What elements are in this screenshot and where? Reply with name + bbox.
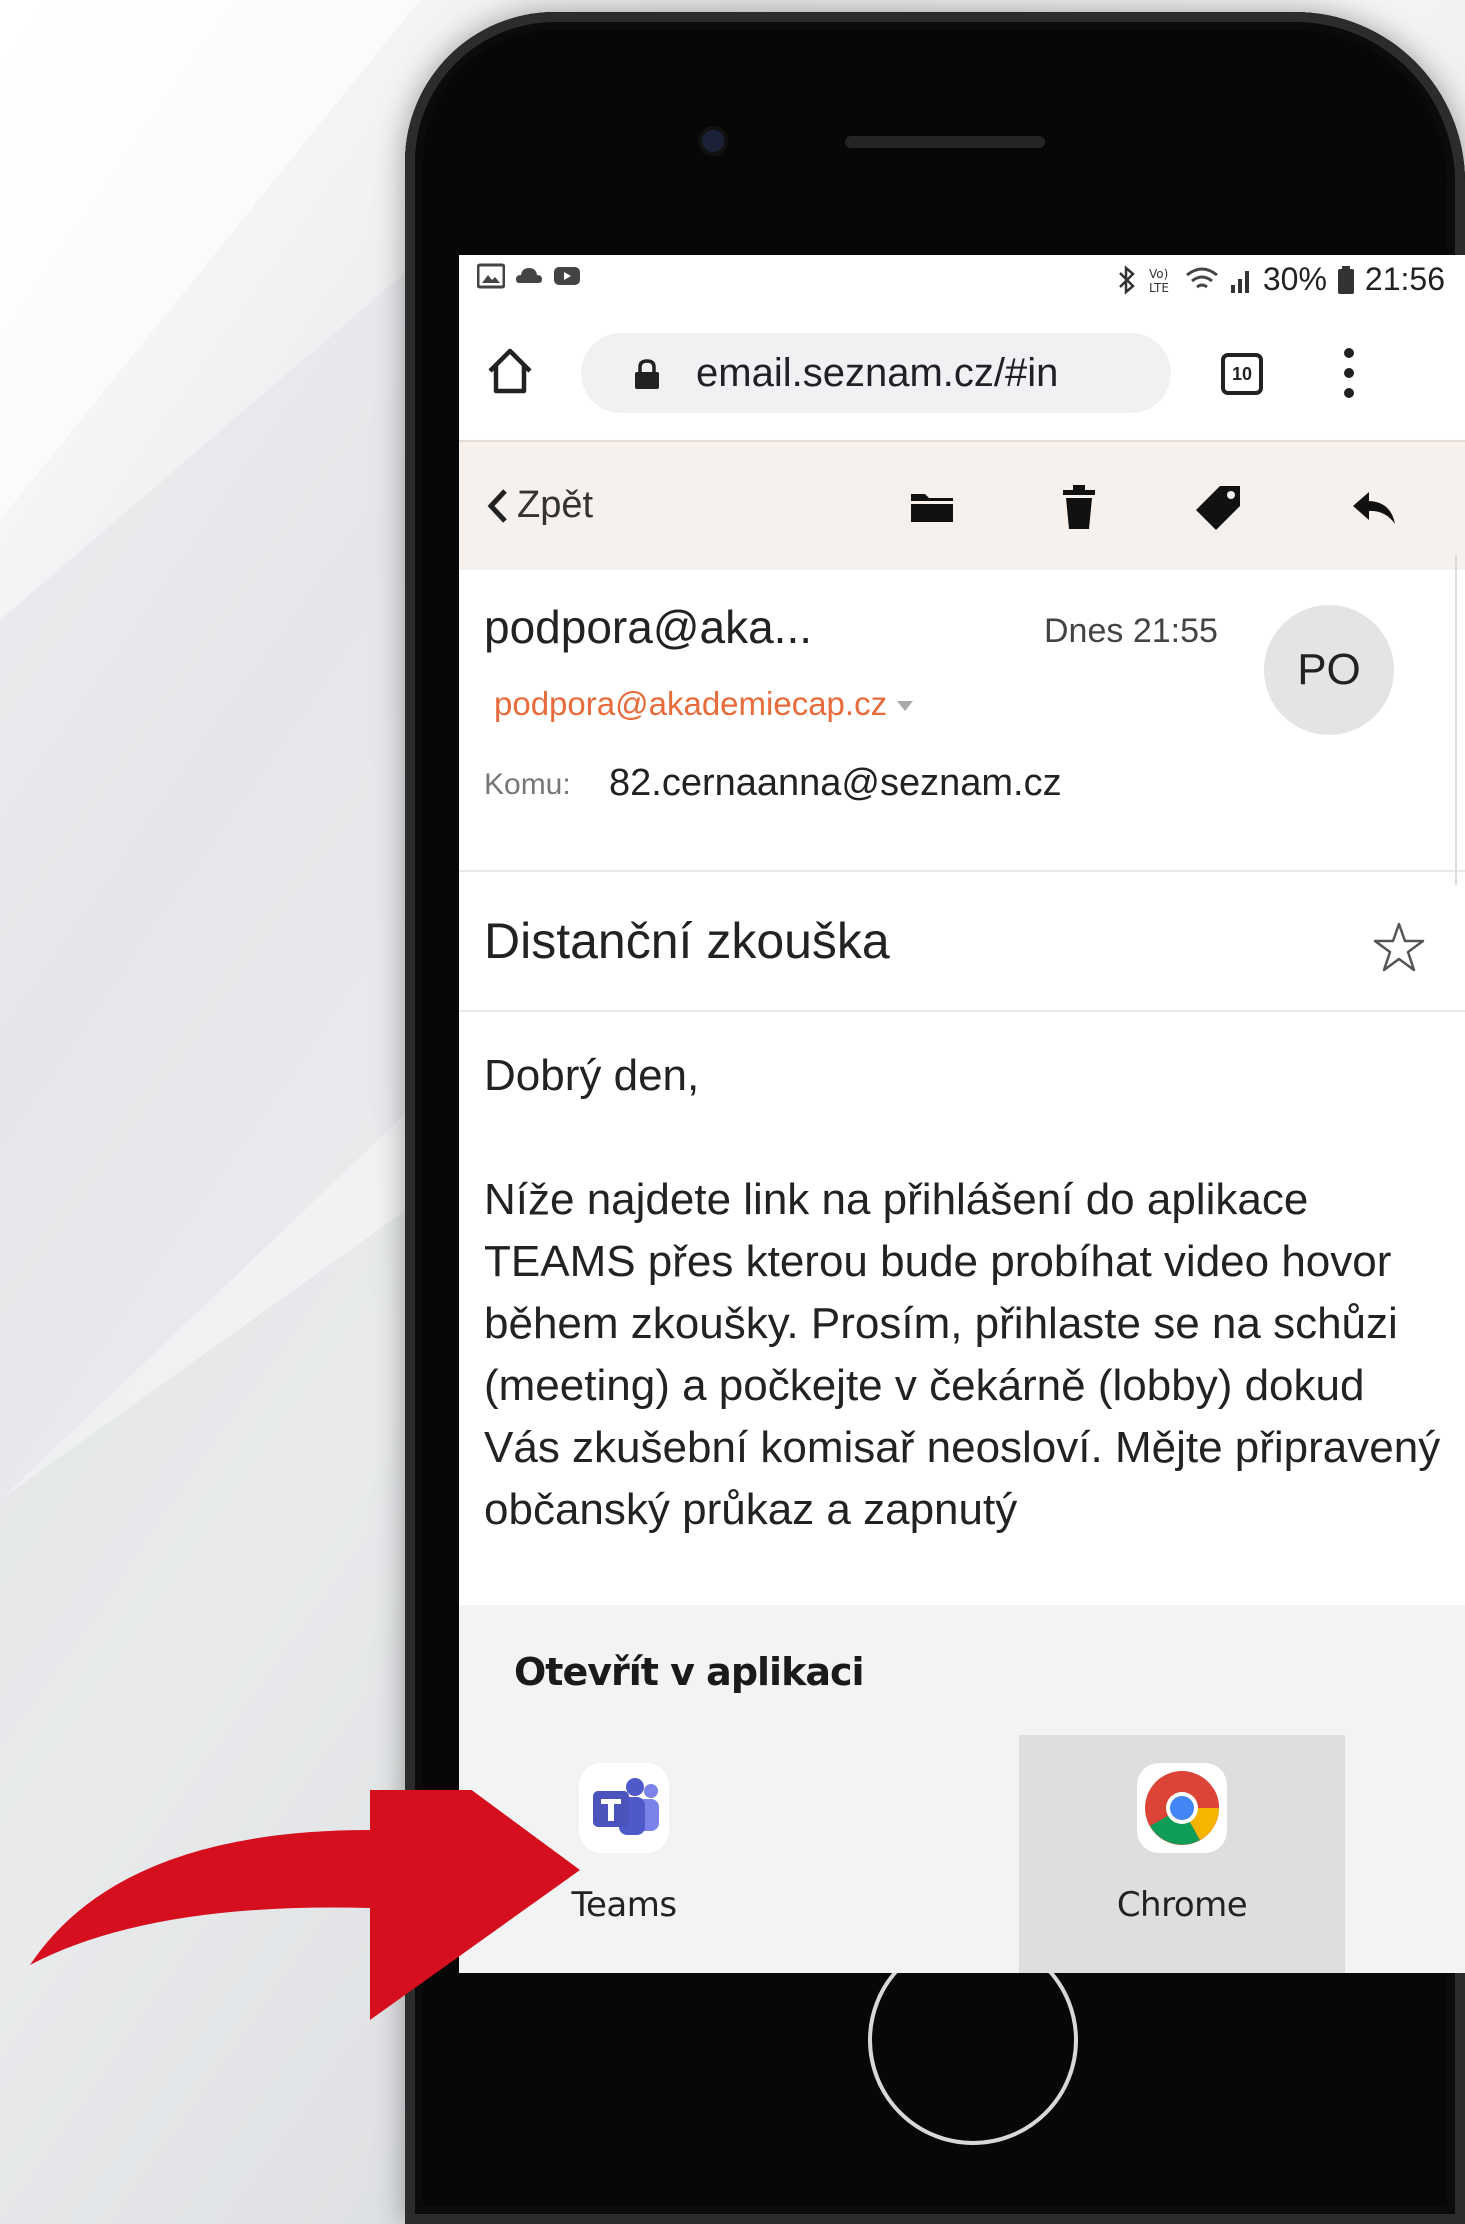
battery-icon [1337, 265, 1354, 294]
volte-icon: Vo) LTE [1149, 267, 1169, 295]
app-option-chrome[interactable]: Chrome [1019, 1735, 1345, 1973]
cloud-icon [516, 268, 542, 283]
earpiece-speaker [845, 136, 1045, 148]
status-bar: Vo) LTE 30% 21:56 [459, 255, 1465, 305]
chevron-left-icon [487, 488, 507, 523]
url-text: email.seznam.cz/#in [696, 351, 1059, 395]
youtube-icon [554, 267, 580, 285]
subject-row: Distanční zkouška [459, 870, 1465, 1012]
browser-toolbar: email.seznam.cz/#in 10 [459, 305, 1465, 440]
clock: 21:56 [1364, 261, 1445, 297]
bluetooth-icon [1118, 264, 1135, 295]
sheet-title: Otevřít v aplikaci [514, 1650, 865, 1694]
sender-name: podpora@aka... [484, 601, 813, 653]
overflow-menu-icon[interactable] [1339, 345, 1359, 401]
chrome-icon [1137, 1763, 1227, 1853]
message-subject: Distanční zkouška [484, 913, 890, 969]
tab-switcher-button[interactable]: 10 [1221, 353, 1263, 395]
reply-icon[interactable] [1349, 482, 1399, 532]
app-label-chrome: Chrome [1116, 1885, 1248, 1925]
front-camera [702, 130, 724, 152]
body-paragraph: Níže najdete link na přihlášení do aplik… [484, 1175, 1441, 1534]
svg-text:Vo): Vo) [1149, 267, 1168, 281]
greeting: Dobrý den, [484, 1051, 700, 1100]
home-icon[interactable] [484, 345, 536, 397]
avatar[interactable]: PO [1264, 605, 1394, 735]
message-header: podpora@aka... Dnes 21:55 PO podpora@aka… [459, 570, 1465, 872]
recipient-address: 82.cernaanna@seznam.cz [609, 762, 1062, 804]
message-date: Dnes 21:55 [1044, 612, 1218, 650]
image-icon [477, 263, 505, 289]
sender-email-dropdown[interactable]: podpora@akademiecap.cz [494, 685, 914, 723]
sender-email: podpora@akademiecap.cz [494, 685, 888, 722]
svg-text:LTE: LTE [1149, 281, 1169, 295]
caret-down-icon [897, 701, 914, 712]
message-body: Dobrý den, Níže najdete link na přihláše… [484, 1045, 1444, 1603]
phone-screen: Vo) LTE 30% 21:56 email.seznam.cz/#in 10… [459, 255, 1465, 1973]
lock-icon [635, 359, 659, 389]
trash-icon[interactable] [1054, 482, 1104, 532]
mail-toolbar: Zpět [459, 440, 1465, 572]
star-icon[interactable] [1371, 920, 1427, 976]
wifi-icon [1185, 267, 1218, 288]
red-pointer-arrow [30, 1790, 580, 2020]
back-button[interactable]: Zpět [485, 484, 593, 527]
tag-icon[interactable] [1194, 482, 1244, 532]
folder-icon[interactable] [907, 482, 957, 532]
signal-icon [1230, 270, 1249, 293]
scrollbar[interactable] [1455, 555, 1465, 885]
recipient-label: Komu: [484, 768, 571, 801]
battery-percent: 30% [1262, 261, 1327, 297]
address-bar[interactable]: email.seznam.cz/#in [581, 333, 1171, 413]
back-label: Zpět [517, 484, 594, 526]
